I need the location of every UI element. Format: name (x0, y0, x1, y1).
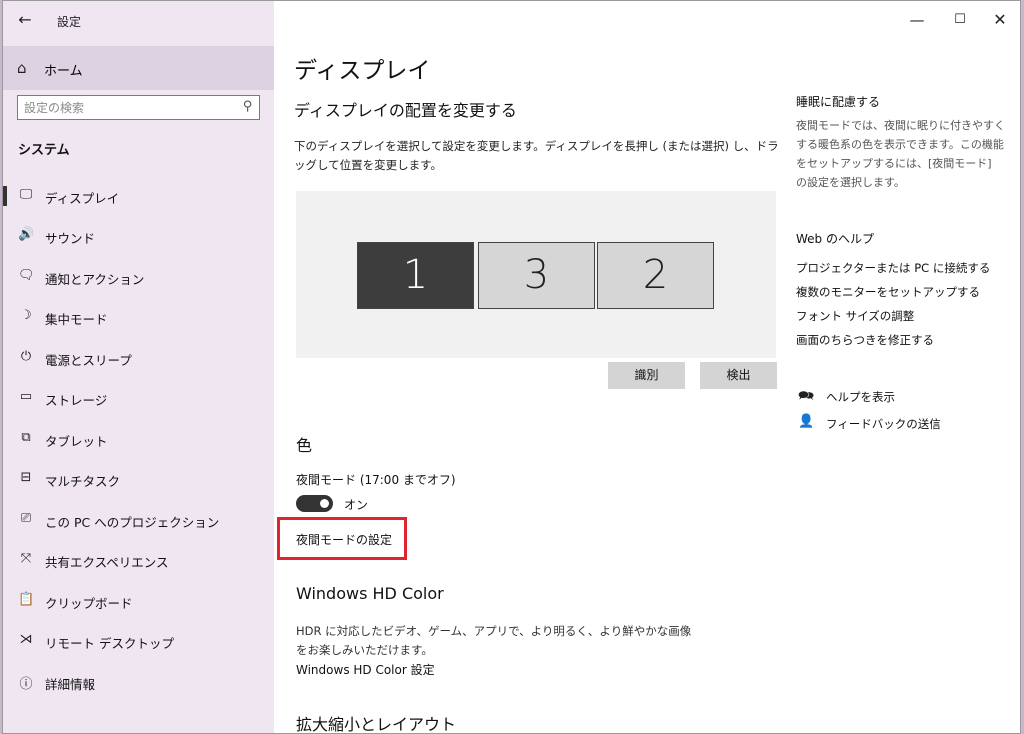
feedback-label: フィードバックの送信 (826, 417, 941, 431)
sidebar-item-label: 通知とアクション (45, 272, 145, 287)
sidebar-item-label: 詳細情報 (45, 677, 96, 692)
minimize-button[interactable]: — (900, 7, 934, 33)
projection-icon: ⎚ (20, 511, 32, 526)
speaker-icon: 🔊 (18, 227, 35, 242)
arrange-title: ディスプレイの配置を変更する (294, 101, 517, 120)
storage-icon: ▭ (19, 389, 33, 404)
toggle-state-label: オン (344, 498, 369, 512)
sidebar-item-label: リモート デスクトップ (45, 636, 174, 651)
app-title: 設定 (57, 15, 82, 29)
sidebar: ⌂ ホーム ⚲ システム 🖵 ディスプレイ 🔊 サウンド 🗨 通知とアクション … (3, 39, 274, 733)
monitor-icon: 🖵 (19, 187, 33, 202)
monitor-1[interactable]: 1 (357, 242, 474, 309)
tablet-icon: ⧉ (21, 430, 31, 445)
sidebar-item-display[interactable]: 🖵 ディスプレイ (3, 177, 274, 215)
help-link-flicker[interactable]: 画面のちらつきを修正する (796, 332, 934, 348)
title-bar: ← 設定 — ☐ ✕ (3, 1, 1020, 39)
sidebar-item-focus[interactable]: ☽ 集中モード (3, 298, 274, 336)
night-light-settings-link[interactable]: 夜間モードの設定 (296, 531, 392, 548)
scale-section-title: 拡大縮小とレイアウト (296, 715, 457, 734)
sidebar-item-projection[interactable]: ⎚ この PC へのプロジェクション (3, 501, 274, 539)
web-help-title: Web のヘルプ (796, 232, 874, 246)
sidebar-item-notifications[interactable]: 🗨 通知とアクション (3, 258, 274, 296)
get-help-link[interactable]: 🗪 ヘルプを表示 (796, 387, 1006, 407)
sidebar-item-label: サウンド (45, 231, 96, 246)
display-arrangement-area[interactable]: 1 3 2 (296, 191, 776, 358)
moon-icon: ☽ (20, 308, 32, 323)
get-help-label: ヘルプを表示 (826, 390, 895, 404)
info-icon: ⓘ (19, 677, 33, 692)
sidebar-item-multitasking[interactable]: ⊟ マルチタスク (3, 460, 274, 498)
search-input[interactable] (24, 98, 229, 117)
back-arrow-icon[interactable]: ← (13, 9, 37, 31)
home-label: ホーム (44, 64, 83, 79)
feedback-icon: 👤 (798, 414, 815, 429)
maximize-button[interactable]: ☐ (943, 7, 977, 33)
sidebar-item-label: ディスプレイ (45, 191, 120, 206)
color-section-title: 色 (296, 436, 313, 455)
page-title: ディスプレイ (294, 58, 431, 84)
hdr-section-title: Windows HD Color (296, 584, 444, 603)
sidebar-item-clipboard[interactable]: 📋 クリップボード (3, 582, 274, 620)
help-link-projector[interactable]: プロジェクターまたは PC に接続する (796, 260, 990, 276)
sidebar-item-home[interactable]: ⌂ ホーム (3, 46, 274, 90)
sidebar-item-shared-experiences[interactable]: ⤧ 共有エクスペリエンス (3, 541, 274, 579)
sidebar-item-label: ストレージ (45, 393, 108, 408)
right-panel: 睡眠に配慮する 夜間モードでは、夜間に眠りに付きやすくする暖色系の色を表示できま… (796, 39, 1011, 733)
sidebar-item-label: 集中モード (45, 312, 108, 327)
sidebar-item-label: この PC へのプロジェクション (45, 515, 220, 530)
sleep-description: 夜間モードでは、夜間に眠りに付きやすくする暖色系の色を表示できます。この機能をセ… (796, 119, 1005, 189)
section-title: システム (18, 143, 70, 158)
night-light-label: 夜間モード (17:00 までオフ) (296, 473, 456, 487)
sidebar-item-about[interactable]: ⓘ 詳細情報 (3, 663, 274, 701)
sidebar-item-label: マルチタスク (45, 474, 121, 489)
sleep-title: 睡眠に配慮する (796, 95, 881, 109)
sidebar-item-label: 共有エクスペリエンス (45, 555, 169, 570)
feedback-link[interactable]: 👤 フィードバックの送信 (796, 414, 1006, 434)
home-icon: ⌂ (17, 59, 27, 77)
share-icon: ⤧ (20, 551, 32, 566)
help-link-multiple-monitors[interactable]: 複数のモニターをセットアップする (796, 284, 980, 300)
sidebar-item-storage[interactable]: ▭ ストレージ (3, 379, 274, 417)
settings-window: ← 設定 — ☐ ✕ ⌂ ホーム ⚲ システム 🖵 ディスプレイ 🔊 サウンド … (2, 0, 1021, 734)
sidebar-item-tablet[interactable]: ⧉ タブレット (3, 420, 274, 458)
remote-icon: ⋊ (19, 632, 33, 647)
sidebar-item-sound[interactable]: 🔊 サウンド (3, 217, 274, 255)
close-button[interactable]: ✕ (983, 7, 1017, 33)
clipboard-icon: 📋 (18, 592, 35, 607)
search-box[interactable]: ⚲ (17, 95, 260, 120)
arrange-description: 下のディスプレイを選択して設定を変更します。ディスプレイを長押し (または選択)… (294, 139, 779, 172)
help-chat-icon: 🗪 (798, 389, 815, 404)
night-light-toggle[interactable] (296, 495, 333, 512)
detect-button[interactable]: 検出 (700, 362, 777, 389)
monitor-2[interactable]: 2 (597, 242, 714, 309)
help-link-font-size[interactable]: フォント サイズの調整 (796, 308, 914, 324)
search-icon[interactable]: ⚲ (243, 99, 253, 114)
notification-icon: 🗨 (18, 268, 35, 283)
multitask-icon: ⊟ (20, 470, 32, 485)
monitor-3[interactable]: 3 (478, 242, 595, 309)
identify-button[interactable]: 識別 (608, 362, 685, 389)
sidebar-item-power[interactable]: ⏻ 電源とスリープ (3, 339, 274, 377)
hdr-settings-link[interactable]: Windows HD Color 設定 (296, 661, 435, 678)
sidebar-item-label: クリップボード (45, 596, 133, 611)
toggle-knob (320, 499, 329, 508)
sidebar-item-remote-desktop[interactable]: ⋊ リモート デスクトップ (3, 622, 274, 660)
hdr-description: HDR に対応したビデオ、ゲーム、アプリで、より明るく、より鮮やかな画像をお楽し… (296, 624, 692, 657)
power-icon: ⏻ (20, 349, 32, 364)
sidebar-item-label: 電源とスリープ (45, 353, 132, 368)
sidebar-item-label: タブレット (45, 434, 108, 449)
main-content: ディスプレイ ディスプレイの配置を変更する 下のディスプレイを選択して設定を変更… (274, 39, 779, 734)
title-bar-left (3, 1, 274, 39)
